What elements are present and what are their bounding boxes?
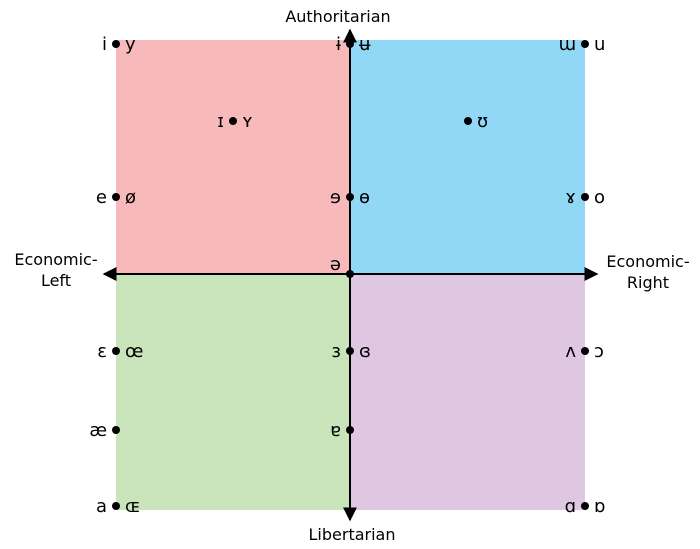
vowel-symbol-open-front-unrounded: a xyxy=(96,496,107,517)
vowel-symbol-near-open-central-unrounded: ɐ xyxy=(330,420,341,441)
vowel-symbol-close-front-unrounded: i xyxy=(102,34,107,55)
axis-label-economic-left-line1: Economic- xyxy=(14,250,97,269)
vowel-symbol-near-close-back-rounded: ʊ xyxy=(477,111,488,132)
vowel-symbol-close-mid-central-unrounded: ɘ xyxy=(330,187,341,208)
vowel-dot-open-back xyxy=(581,502,589,510)
vowel-symbol-close-front-rounded: y xyxy=(125,34,136,55)
vowel-dot-open-mid-back xyxy=(581,347,589,355)
vowel-symbol-open-mid-central-unrounded: ɜ xyxy=(331,341,341,362)
vowel-dot-close-mid-central xyxy=(346,193,354,201)
vowel-symbol-close-mid-central-rounded: ɵ xyxy=(359,187,370,208)
vowel-dot-mid-central xyxy=(346,270,354,278)
vowel-symbol-open-back-rounded: ɒ xyxy=(594,496,605,517)
vowel-dot-near-close-back xyxy=(464,117,472,125)
quadrant-top-left xyxy=(116,40,350,274)
vowel-symbol-open-mid-back-rounded: ɔ xyxy=(594,341,604,362)
vowel-dot-near-open-central xyxy=(346,426,354,434)
axis-label-authoritarian: Authoritarian xyxy=(285,7,390,26)
axis-label-economic-left-line2: Left xyxy=(41,271,71,290)
axis-label-economic-right-line1: Economic- xyxy=(606,252,689,271)
vowel-dot-close-mid-back xyxy=(581,193,589,201)
vowel-symbol-near-close-front-rounded: ʏ xyxy=(242,111,253,132)
vowel-dot-open-mid-central xyxy=(346,347,354,355)
vowel-symbol-open-front-rounded: ɶ xyxy=(125,496,140,517)
vowel-symbol-open-mid-front-unrounded: ɛ xyxy=(97,341,107,362)
vowel-symbol-close-central-unrounded: ɨ xyxy=(336,34,341,55)
vowel-dot-open-mid-front xyxy=(112,347,120,355)
vowel-symbol-close-back-rounded: u xyxy=(594,34,605,55)
vowel-dot-close-front xyxy=(112,40,120,48)
vowel-symbol-open-back-unrounded: ɑ xyxy=(565,496,576,517)
vowel-symbol-near-close-front-unrounded: ɪ xyxy=(217,111,224,132)
vowel-symbol-close-mid-back-rounded: o xyxy=(594,187,605,208)
vowel-dot-close-central xyxy=(346,40,354,48)
vowel-symbol-open-mid-front-rounded: œ xyxy=(125,341,143,362)
vowel-symbol-close-back-unrounded: ɯ xyxy=(558,34,576,55)
axis-label-libertarian: Libertarian xyxy=(309,525,396,544)
vowel-symbol-near-open-front-unrounded: æ xyxy=(89,420,107,441)
vowel-symbol-open-mid-central-rounded: ɞ xyxy=(359,341,371,362)
vowel-symbol-close-mid-front-rounded: ø xyxy=(125,187,136,208)
vowel-symbol-mid-central-unrounded: ə xyxy=(330,254,341,275)
vowel-dot-close-mid-front xyxy=(112,193,120,201)
quadrant-top-right xyxy=(350,40,585,274)
vowel-dot-close-back xyxy=(581,40,589,48)
vowel-symbol-open-mid-back-unrounded: ʌ xyxy=(565,341,576,362)
vowel-symbol-close-mid-back-unrounded: ɤ xyxy=(565,187,576,208)
vowel-dot-open-front xyxy=(112,502,120,510)
vowel-symbol-close-central-rounded: ʉ xyxy=(359,34,371,55)
vowel-political-compass: Authoritarian Libertarian Economic- Left… xyxy=(0,0,700,549)
vowel-symbol-close-mid-front-unrounded: e xyxy=(96,187,107,208)
vowel-dot-near-close-front xyxy=(229,117,237,125)
vowel-dot-near-open-front xyxy=(112,426,120,434)
quadrant-bottom-left xyxy=(116,274,350,510)
quadrant-bottom-right xyxy=(350,274,585,510)
axis-label-economic-right-line2: Right xyxy=(627,273,669,292)
compass-diagram: Authoritarian Libertarian Economic- Left… xyxy=(14,7,689,544)
